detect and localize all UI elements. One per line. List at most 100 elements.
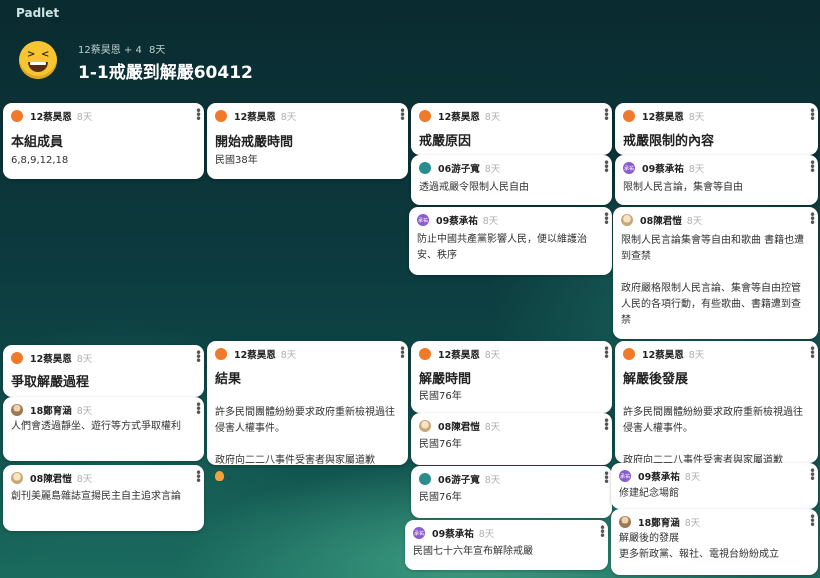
avatar: [419, 348, 431, 360]
post-card[interactable]: 12蔡昊恩 8天 • • • 爭取解嚴過程: [3, 345, 204, 397]
post-author: 08陳君愷: [438, 422, 480, 433]
avatar: [419, 110, 431, 122]
post-age: 8天: [484, 422, 501, 433]
more-options-icon[interactable]: • • •: [603, 157, 610, 177]
avatar: 承祐: [623, 162, 635, 174]
avatar: 承祐: [413, 527, 425, 539]
more-options-icon[interactable]: • • •: [809, 209, 816, 229]
post-card[interactable]: 承祐 09蔡承祐 8天 • • • 修建紀念場館: [611, 463, 818, 509]
post-card[interactable]: 08陳君愷 8天 • • • 創刊美麗島雜誌宣揚民主自主追求言論: [3, 465, 204, 531]
more-options-icon[interactable]: • • •: [195, 347, 202, 367]
post-age: 8天: [76, 354, 93, 365]
post-age: 8天: [76, 112, 93, 123]
more-options-icon[interactable]: • • •: [399, 343, 406, 363]
post-card[interactable]: 08陳君愷 8天 • • • 限制人民言論集會等自由和歌曲 書籍也遭到查禁 政府嚴格限…: [613, 207, 818, 339]
post-card[interactable]: 承祐 09蔡承祐 8天 • • • 民國七十六年宣布解除戒嚴: [405, 520, 608, 570]
post-card[interactable]: 承祐 09蔡承祐 8天 • • • 防止中國共產黨影響人民，便以維護治安、秩序: [409, 207, 612, 275]
post-title: 爭取解嚴過程: [11, 375, 90, 390]
more-options-icon[interactable]: • • •: [195, 399, 202, 419]
post-age: 8天: [76, 406, 93, 417]
more-options-icon[interactable]: • • •: [599, 522, 606, 542]
more-options-icon[interactable]: • • •: [195, 467, 202, 487]
post-title: 開始戒嚴時間: [215, 135, 294, 150]
more-options-icon[interactable]: • • •: [195, 105, 202, 125]
post-body: 人們會透過靜坐、遊行等方式爭取權利: [11, 421, 181, 432]
post-author: 12蔡昊恩: [234, 350, 276, 361]
more-options-icon[interactable]: • • •: [603, 105, 610, 125]
post-age: 8天: [484, 350, 501, 361]
post-title: 解嚴時間: [419, 372, 472, 387]
more-options-icon[interactable]: • • •: [809, 157, 816, 177]
post-title: 結果: [215, 372, 242, 387]
post-card[interactable]: 08陳君愷 8天 • • • 民國76年: [411, 413, 612, 465]
more-options-icon[interactable]: • • •: [603, 468, 610, 488]
post-author: 18鄭育涵: [30, 406, 72, 417]
padlet-logo[interactable]: Padlet: [16, 6, 59, 20]
post-author: 12蔡昊恩: [438, 112, 480, 123]
post-author: 12蔡昊恩: [438, 350, 480, 361]
post-author: 06游子寬: [438, 475, 480, 486]
laughing-emoji-icon: > <: [19, 41, 57, 79]
collaborator-count[interactable]: + 4: [124, 45, 142, 56]
post-age: 8天: [688, 112, 705, 123]
post-age: 8天: [76, 474, 93, 485]
post-card[interactable]: 12蔡昊恩 8天 • • • 結果 許多民間團體紛紛要求政府重新檢視過往侵害人權事件。…: [207, 341, 408, 482]
more-options-icon[interactable]: • • •: [809, 465, 816, 485]
post-author: 09蔡承祐: [638, 472, 680, 483]
post-card[interactable]: 06游子寬 8天 • • • 透過戒嚴令限制人民自由: [411, 155, 612, 205]
more-options-icon[interactable]: • • •: [603, 415, 610, 435]
more-options-icon[interactable]: • • •: [809, 105, 816, 125]
post-body-line: 許多民間團體紛紛要求政府重新檢視過往侵害人權事件。: [215, 407, 395, 434]
post-card[interactable]: 12蔡昊恩 8天 • • • 戒嚴限制的內容: [615, 103, 818, 155]
avatar: 承祐: [417, 214, 429, 226]
post-age: 8天: [484, 112, 501, 123]
post-card[interactable]: 12蔡昊恩 8天 • • • 解嚴後發展 許多民間團體紛紛要求政府重新檢視過往侵害人權…: [615, 341, 818, 482]
post-author: 12蔡昊恩: [234, 112, 276, 123]
post-age: 8天: [688, 164, 705, 175]
post-body: 民國76年: [419, 391, 462, 402]
board-age: 8天: [149, 45, 166, 56]
post-age: 8天: [280, 350, 297, 361]
post-author: 12蔡昊恩: [642, 350, 684, 361]
post-body: 民國38年: [215, 155, 258, 166]
post-body: 6,8,9,12,18: [11, 155, 69, 166]
post-age: 8天: [684, 472, 701, 483]
post-card[interactable]: 承祐 09蔡承祐 8天 • • • 限制人民言論，集會等自由: [615, 155, 818, 205]
avatar: [419, 162, 431, 174]
avatar: [419, 473, 431, 485]
more-options-icon[interactable]: • • •: [809, 343, 816, 363]
post-author: 06游子寬: [438, 164, 480, 175]
avatar: [419, 420, 431, 432]
post-card[interactable]: 06游子寬 8天 • • • 民國76年: [411, 466, 612, 518]
post-age: 8天: [482, 216, 499, 227]
post-age: 8天: [478, 529, 495, 540]
post-card[interactable]: 12蔡昊恩 8天 • • • 本組成員 6,8,9,12,18: [3, 103, 204, 179]
post-title: 戒嚴原因: [419, 134, 472, 149]
post-author: 09蔡承祐: [432, 529, 474, 540]
avatar: [11, 110, 23, 122]
more-options-icon[interactable]: • • •: [603, 209, 610, 229]
avatar: [215, 110, 227, 122]
post-card[interactable]: 12蔡昊恩 8天 • • • 戒嚴原因: [411, 103, 612, 155]
post-card[interactable]: 18鄭育涵 8天 • • • 人們會透過靜坐、遊行等方式爭取權利: [3, 397, 204, 461]
post-body: 解嚴後的發展 更多新政黨、報社、電視台紛紛成立: [619, 533, 779, 560]
avatar: [11, 404, 23, 416]
post-body: 創刊美麗島雜誌宣揚民主自主追求言論: [11, 491, 181, 502]
post-card[interactable]: 12蔡昊恩 8天 • • • 解嚴時間 民國76年: [411, 341, 612, 413]
board-owner[interactable]: 12蔡昊恩: [78, 45, 121, 56]
avatar: [623, 110, 635, 122]
post-age: 8天: [484, 164, 501, 175]
post-title: 解嚴後發展: [623, 372, 689, 387]
post-author: 08陳君愷: [30, 474, 72, 485]
post-card[interactable]: 12蔡昊恩 8天 • • • 開始戒嚴時間 民國38年: [207, 103, 408, 179]
more-options-icon[interactable]: • • •: [809, 511, 816, 531]
more-options-icon[interactable]: • • •: [603, 343, 610, 363]
post-body: 限制人民言論集會等自由和歌曲 書籍也遭到查禁 政府嚴格限制人民言論、集會等自由控…: [621, 235, 805, 326]
post-body: 民國76年: [419, 492, 462, 503]
more-options-icon[interactable]: • • •: [399, 105, 406, 125]
avatar: [215, 348, 227, 360]
post-card[interactable]: 18鄭育涵 8天 • • • 解嚴後的發展 更多新政黨、報社、電視台紛紛成立: [611, 509, 818, 575]
post-body: 透過戒嚴令限制人民自由: [419, 182, 529, 193]
post-author: 18鄭育涵: [638, 518, 680, 529]
avatar: [619, 516, 631, 528]
